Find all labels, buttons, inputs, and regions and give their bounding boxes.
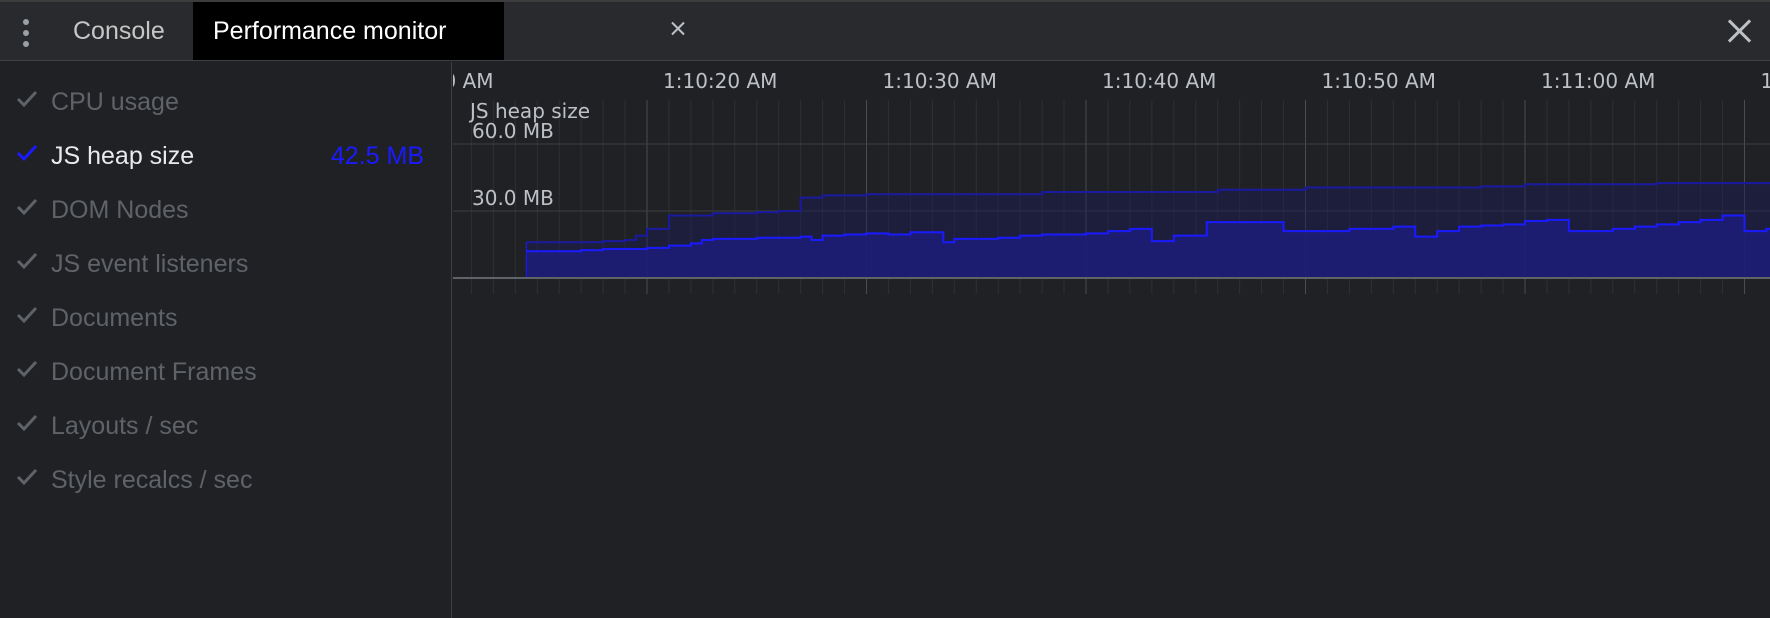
metric-documents[interactable]: Documents bbox=[0, 298, 452, 338]
checkmark-icon bbox=[16, 360, 38, 378]
time-tick-label: 1:11:00 AM bbox=[1541, 69, 1655, 93]
checkmark-icon bbox=[16, 198, 38, 216]
metric-label: Style recalcs / sec bbox=[51, 466, 253, 494]
metric-js-heap-size[interactable]: JS heap size 42.5 MB bbox=[0, 136, 452, 176]
devtools-tab-bar: Console Performance monitor bbox=[0, 2, 1770, 61]
more-options-icon[interactable] bbox=[14, 16, 38, 50]
y-scale-label: 60.0 MB bbox=[472, 119, 554, 143]
checkmark-icon bbox=[16, 414, 38, 432]
tab-console[interactable]: Console bbox=[73, 2, 165, 60]
checkmark-icon bbox=[16, 306, 38, 324]
metric-label: DOM Nodes bbox=[51, 196, 189, 224]
metric-style-recalcs-per-sec[interactable]: Style recalcs / sec bbox=[0, 460, 452, 500]
time-tick-label: 1:10:50 AM bbox=[1322, 69, 1436, 93]
close-tab-icon[interactable] bbox=[671, 21, 685, 35]
time-tick-label: 0 AM bbox=[453, 69, 494, 93]
time-tick-label: 1:10:40 AM bbox=[1102, 69, 1216, 93]
checkmark-icon bbox=[16, 90, 38, 108]
metric-layouts-per-sec[interactable]: Layouts / sec bbox=[0, 406, 452, 446]
tab-performance-monitor[interactable]: Performance monitor bbox=[193, 2, 504, 60]
time-tick-label: 1:10:20 AM bbox=[663, 69, 777, 93]
metric-document-frames[interactable]: Document Frames bbox=[0, 352, 452, 392]
metric-label: Document Frames bbox=[51, 358, 257, 386]
tab-performance-monitor-label: Performance monitor bbox=[213, 16, 447, 45]
metric-label: JS event listeners bbox=[51, 250, 249, 278]
metric-label: Layouts / sec bbox=[51, 412, 199, 440]
metric-value: 42.5 MB bbox=[330, 142, 424, 170]
checkmark-icon bbox=[16, 468, 38, 486]
metric-label: JS heap size bbox=[51, 142, 195, 170]
metric-cpu-usage[interactable]: CPU usage bbox=[0, 82, 452, 122]
tab-console-label: Console bbox=[73, 16, 165, 45]
metric-label: CPU usage bbox=[51, 88, 179, 116]
close-panel-icon[interactable] bbox=[1727, 19, 1751, 43]
metrics-sidebar: CPU usage JS heap size 42.5 MB DOM Nodes… bbox=[0, 62, 452, 618]
metric-dom-nodes[interactable]: DOM Nodes bbox=[0, 190, 452, 230]
heap-chart-svg: 0 AM 1:10:20 AM 1:10:30 AM 1:10:40 AM 1:10:5… bbox=[453, 69, 1770, 294]
performance-chart: 0 AM 1:10:20 AM 1:10:30 AM 1:10:40 AM 1:10:5… bbox=[453, 62, 1770, 618]
metric-label: Documents bbox=[51, 304, 178, 332]
time-tick-label: 1:11:1 bbox=[1761, 69, 1770, 93]
checkmark-icon bbox=[16, 144, 38, 162]
metric-js-event-listeners[interactable]: JS event listeners bbox=[0, 244, 452, 284]
time-tick-label: 1:10:30 AM bbox=[883, 69, 997, 93]
y-scale-label: 30.0 MB bbox=[472, 186, 554, 210]
checkmark-icon bbox=[16, 252, 38, 270]
